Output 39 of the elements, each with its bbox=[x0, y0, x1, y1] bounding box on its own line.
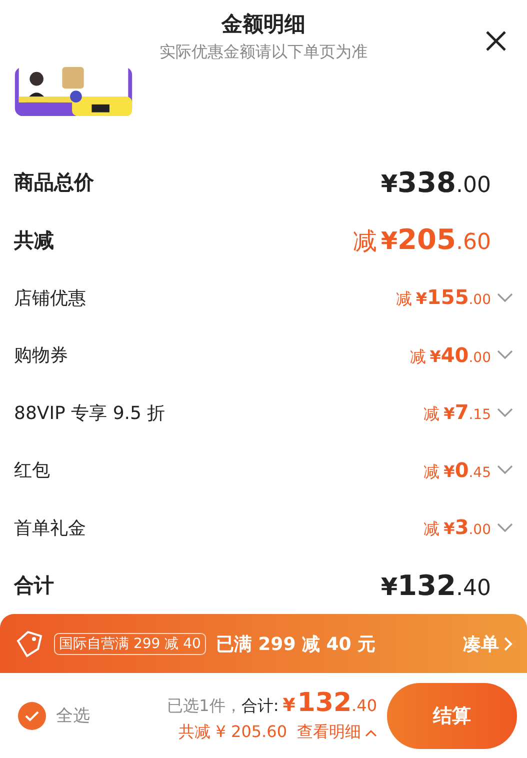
tag-icon bbox=[14, 628, 44, 659]
chevron-down-icon[interactable] bbox=[497, 292, 513, 303]
checkout-button[interactable]: 结算 bbox=[387, 682, 517, 749]
add-items-link[interactable]: 凑单 bbox=[463, 632, 513, 656]
chevron-right-icon bbox=[503, 636, 513, 652]
dialog-subtitle: 实际优惠金额请以下单页为准 bbox=[160, 42, 368, 63]
price: 减 ¥40.00 bbox=[410, 342, 491, 368]
chevron-down-icon[interactable] bbox=[497, 522, 513, 533]
row-label: 合计 bbox=[14, 572, 54, 599]
price: 减 ¥155.00 bbox=[396, 285, 491, 310]
row-label: 红包 bbox=[14, 459, 50, 482]
view-details-link[interactable]: 查看明细 bbox=[297, 722, 377, 744]
row-label: 共减 bbox=[14, 226, 54, 254]
price: ¥338.00 bbox=[380, 166, 491, 200]
caret-up-icon bbox=[365, 728, 377, 737]
close-icon[interactable] bbox=[485, 30, 507, 52]
row-label: 首单礼金 bbox=[14, 516, 86, 540]
price: ¥132.40 bbox=[380, 568, 491, 602]
price: 减 ¥0.45 bbox=[424, 458, 491, 483]
price: 减 ¥3.00 bbox=[424, 515, 491, 540]
chevron-down-icon[interactable] bbox=[497, 350, 513, 360]
checkmark-icon bbox=[25, 710, 39, 722]
row-label: 购物券 bbox=[14, 344, 68, 368]
chevron-down-icon[interactable] bbox=[497, 408, 513, 418]
price: 减 ¥7.15 bbox=[424, 400, 491, 426]
selected-count: 已选1件， bbox=[167, 696, 242, 718]
row-label: 88VIP 专享 9.5 折 bbox=[14, 402, 166, 425]
dialog-title: 金额明细 bbox=[222, 11, 306, 38]
saved-amount: 共减 ¥ 205.60 bbox=[178, 722, 287, 744]
price: 减 ¥205.60 bbox=[352, 223, 491, 258]
select-all-label: 全选 bbox=[56, 705, 90, 728]
chevron-down-icon[interactable] bbox=[497, 465, 513, 476]
promo-message: 已满 299 减 40 元 bbox=[216, 632, 376, 656]
total-price: ¥132.40 bbox=[282, 688, 377, 718]
promo-tag: 国际自营满 299 减 40 bbox=[54, 632, 206, 655]
row-label: 商品总价 bbox=[14, 169, 94, 196]
select-all-checkbox[interactable] bbox=[18, 702, 46, 730]
total-label: 合计: bbox=[241, 696, 279, 718]
row-label: 店铺优惠 bbox=[14, 286, 86, 310]
